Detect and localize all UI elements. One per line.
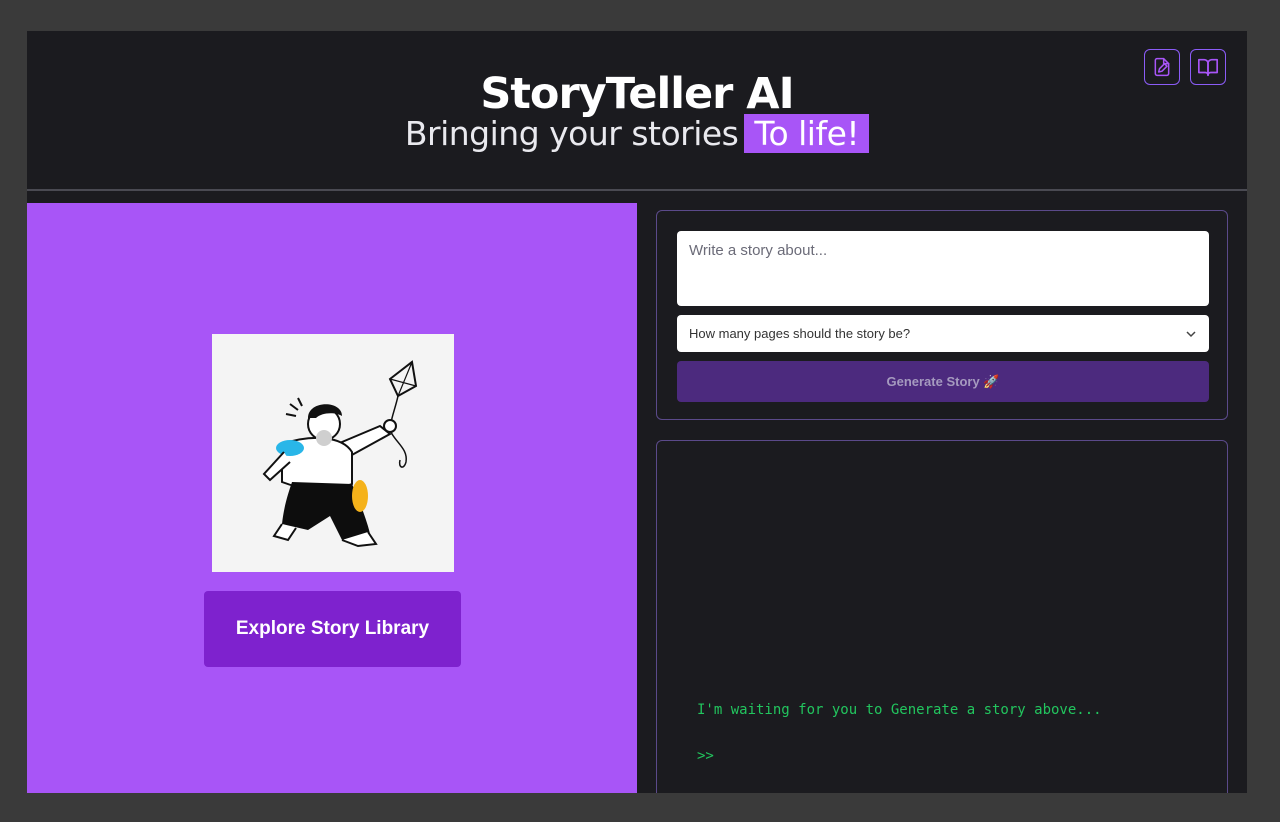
- story-console: I'm waiting for you to Generate a story …: [656, 440, 1228, 793]
- page-count-placeholder: How many pages should the story be?: [689, 326, 911, 341]
- chevron-down-icon: [1186, 330, 1196, 337]
- page-count-select[interactable]: How many pages should the story be?: [677, 315, 1209, 352]
- console-prompt: >>: [697, 748, 714, 764]
- story-prompt-input[interactable]: [677, 231, 1209, 306]
- generate-story-button[interactable]: Generate Story 🚀: [677, 361, 1209, 402]
- page-title: StoryTeller AI: [480, 69, 794, 119]
- person-flying-kite-illustration: [212, 334, 454, 572]
- explore-library-button[interactable]: Explore Story Library: [204, 591, 461, 667]
- subtitle-text: Bringing your stories: [404, 114, 739, 153]
- page-subtitle: Bringing your stories To life!: [27, 114, 1247, 153]
- subtitle-highlight: To life!: [744, 114, 870, 153]
- hero-panel: Explore Story Library: [27, 203, 637, 793]
- header: StoryTeller AI Bringing your stories To l…: [27, 31, 1247, 191]
- console-waiting-text: I'm waiting for you to Generate a story …: [697, 702, 1102, 718]
- app-window: StoryTeller AI Bringing your stories To l…: [27, 31, 1247, 793]
- create-story-button[interactable]: [1144, 49, 1180, 85]
- story-library-button[interactable]: [1190, 49, 1226, 85]
- book-open-icon: [1198, 58, 1218, 77]
- file-edit-icon: [1154, 57, 1170, 77]
- story-form: How many pages should the story be? Gene…: [656, 210, 1228, 420]
